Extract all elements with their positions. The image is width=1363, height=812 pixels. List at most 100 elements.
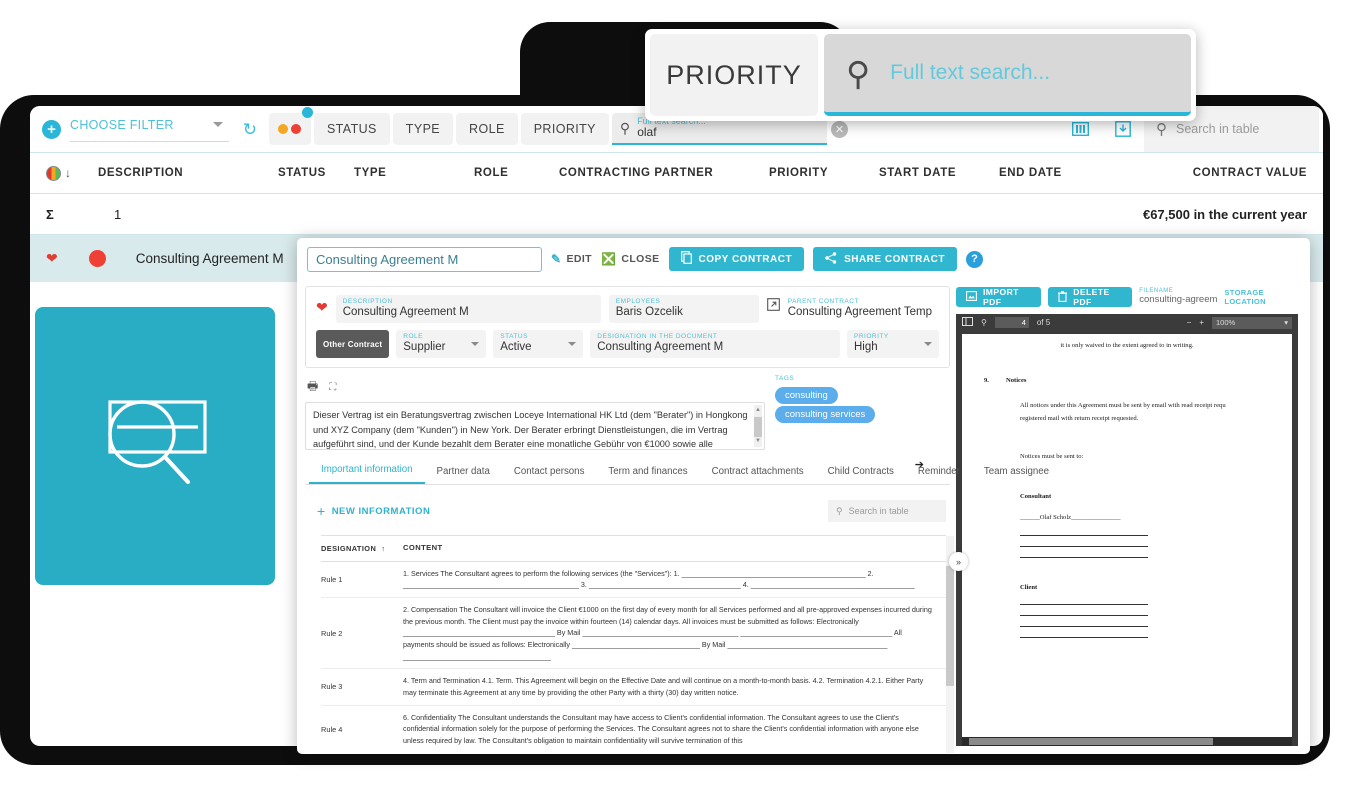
filter-chip-priority[interactable]: PRIORITY <box>520 113 609 145</box>
badge-dot-icon <box>301 107 313 118</box>
clear-search-icon[interactable]: ✕ <box>830 120 848 138</box>
column-header-contracting-partner[interactable]: CONTRACTING PARTNER <box>559 167 769 179</box>
info-table-search-placeholder: Search in table <box>848 506 909 517</box>
filter-chip-role[interactable]: ROLE <box>456 113 518 145</box>
columns-icon[interactable] <box>1072 122 1089 136</box>
field-description-label: DESCRIPTION <box>342 298 393 305</box>
contract-description-text[interactable]: Dieser Vertrag ist ein Beratungsvertrag … <box>305 402 765 451</box>
field-role-select[interactable]: ROLE Supplier <box>396 330 487 359</box>
column-header-contract-value[interactable]: CONTRACT VALUE <box>1193 167 1307 179</box>
row-designation: Rule 1 <box>321 574 343 584</box>
close-label: CLOSE <box>621 253 660 265</box>
column-header-end-date[interactable]: END DATE <box>999 167 1119 179</box>
info-table-search-input[interactable]: ⚲ Search in table <box>828 500 946 523</box>
edit-label: EDIT <box>566 253 592 265</box>
filter-chip-type[interactable]: TYPE <box>392 113 454 145</box>
contract-title-input[interactable]: Consulting Agreement M <box>307 246 542 272</box>
help-icon[interactable]: ? <box>965 250 983 268</box>
zoom-in-button[interactable]: + <box>1199 318 1204 327</box>
other-contract-badge[interactable]: Other Contract <box>316 330 390 359</box>
close-button[interactable]: ❎ CLOSE <box>601 252 660 266</box>
status-dot-icon <box>88 250 106 267</box>
column-header-type[interactable]: TYPE <box>354 167 474 179</box>
copy-contract-button[interactable]: COPY CONTRACT <box>668 247 805 271</box>
info-table-row[interactable]: Rule 3 4. Term and Termination 4.1. Term… <box>321 669 946 706</box>
column-header-status[interactable]: STATUS <box>278 167 354 179</box>
storage-location-label[interactable]: STORAGE LOCATION <box>1224 288 1298 306</box>
callout-priority-chip[interactable]: PRIORITY <box>650 34 818 116</box>
row-content: 2. Compensation The Consultant will invo… <box>403 605 932 661</box>
expand-icon[interactable]: ⛶ <box>329 382 336 393</box>
refresh-icon[interactable]: ↻ <box>243 121 257 138</box>
field-designation[interactable]: DESIGNATION IN THE DOCUMENT Consulting A… <box>590 330 840 359</box>
tab-partner-data[interactable]: Partner data <box>425 460 502 484</box>
field-parent-contract[interactable]: PARENT CONTRACT Consulting Agreement Tem… <box>788 295 939 323</box>
tag-item[interactable]: consulting services <box>775 406 876 424</box>
copy-contract-label: COPY CONTRACT <box>698 253 793 265</box>
zoom-out-button[interactable]: − <box>1187 318 1192 327</box>
chevron-down-icon <box>212 122 223 127</box>
delete-pdf-button[interactable]: DELETE PDF <box>1048 287 1133 307</box>
external-link-icon[interactable] <box>766 295 780 316</box>
sidebar-toggle-icon[interactable] <box>962 317 973 328</box>
field-description[interactable]: DESCRIPTION Consulting Agreement M <box>335 295 601 324</box>
field-parent-contract-label: PARENT CONTRACT <box>787 298 859 305</box>
pdf-zoom-select[interactable]: 100% ▾ <box>1212 316 1292 329</box>
column-header-priority[interactable]: PRIORITY <box>769 167 879 179</box>
expand-panel-button[interactable]: » <box>949 552 968 571</box>
share-contract-label: SHARE CONTRACT <box>844 253 945 265</box>
export-icon[interactable] <box>1115 121 1131 137</box>
info-table-row[interactable]: Rule 4 6. Confidentiality The Consultant… <box>321 706 946 753</box>
callout-fulltext-search[interactable]: ⚲ Full text search... <box>824 34 1191 116</box>
detail-tabs: Important information Partner data Conta… <box>305 458 1049 486</box>
status-dots-filter[interactable] <box>268 107 313 145</box>
tab-child-contracts[interactable]: Child Contracts <box>816 460 906 484</box>
new-information-button[interactable]: + NEW INFORMATION <box>317 503 430 519</box>
filter-chip-status[interactable]: STATUS <box>313 113 390 145</box>
pdf-zoom-value: 100% <box>1216 318 1236 327</box>
tag-item[interactable]: consulting <box>775 387 838 405</box>
choose-filter-dropdown[interactable]: CHOOSE FILTER <box>70 116 229 142</box>
description-scrollbar[interactable]: ▲ ▼ <box>754 405 762 448</box>
pdf-viewer[interactable]: it is only waived to the extent agreed t… <box>956 331 1298 746</box>
pdf-paragraph-1: All notices under this Agreement must be… <box>1020 402 1226 410</box>
info-table-row[interactable]: Rule 2 2. Compensation The Consultant wi… <box>321 598 946 670</box>
info-col-content[interactable]: CONTENT <box>403 542 942 554</box>
tab-term-and-finances[interactable]: Term and finances <box>596 460 699 484</box>
heart-icon[interactable]: ❤ <box>46 250 58 267</box>
field-priority-select[interactable]: PRIORITY High <box>847 330 939 359</box>
column-header-start-date[interactable]: START DATE <box>879 167 999 179</box>
tab-important-information[interactable]: Important information <box>309 458 425 485</box>
tab-team-assignee[interactable]: Team assignee <box>972 460 1061 484</box>
pdf-filename: FILENAME consulting-agreem <box>1139 288 1217 306</box>
heart-icon[interactable]: ❤ <box>316 295 328 316</box>
field-designation-value: Consulting Agreement M <box>597 340 724 353</box>
find-icon[interactable]: ⚲ <box>981 318 987 327</box>
column-header-description[interactable]: DESCRIPTION <box>98 167 278 179</box>
tab-contract-attachments[interactable]: Contract attachments <box>700 460 816 484</box>
import-pdf-button[interactable]: IMPORT PDF <box>956 287 1042 307</box>
field-employees[interactable]: EMPLOYEES Baris Ozcelik <box>608 295 759 324</box>
tab-contact-persons[interactable]: Contact persons <box>502 460 597 484</box>
share-contract-button[interactable]: SHARE CONTRACT <box>813 247 957 271</box>
row-content: 4. Term and Termination 4.1. Term. This … <box>403 676 924 697</box>
promo-card[interactable] <box>35 307 275 585</box>
column-header-role[interactable]: ROLE <box>474 167 559 179</box>
search-icon: ⚲ <box>836 505 843 516</box>
print-icon[interactable]: 🖶 <box>307 377 318 398</box>
info-col-designation[interactable]: DESIGNATION ↑ <box>321 542 403 554</box>
edit-button[interactable]: ✎ EDIT <box>551 252 592 266</box>
pdf-page-input[interactable]: 4 <box>994 317 1029 328</box>
field-status-select[interactable]: STATUS Active <box>493 330 584 359</box>
info-table-row[interactable]: Rule 1 1. Services The Consultant agrees… <box>321 562 946 599</box>
field-priority-label: PRIORITY <box>854 333 889 341</box>
arrow-down-icon[interactable]: ↓ <box>65 166 71 180</box>
table-sum-row: Σ 1 €67,500 in the current year <box>30 194 1323 235</box>
row-content: 1. Services The Consultant agrees to per… <box>403 568 915 590</box>
trash-icon <box>1058 290 1068 304</box>
info-table-scroll-thumb[interactable] <box>946 566 954 687</box>
pdf-horizontal-scrollbar[interactable] <box>962 737 1292 746</box>
import-pdf-label: IMPORT PDF <box>983 287 1019 307</box>
add-filter-icon[interactable]: + <box>42 119 61 139</box>
pdf-line-top: it is only waived to the extent agreed t… <box>1060 342 1194 349</box>
